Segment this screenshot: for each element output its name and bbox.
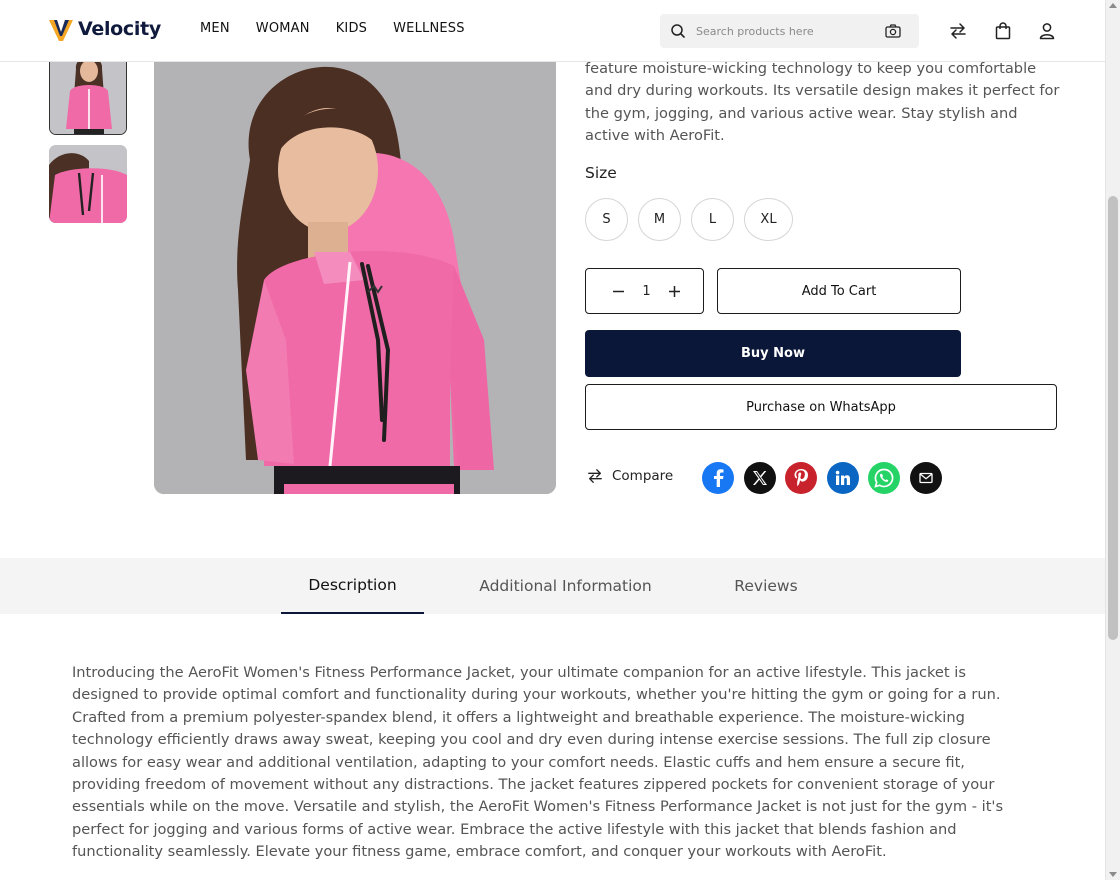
nav-item-kids[interactable]: KIDS <box>336 21 367 36</box>
velocity-logo-icon <box>49 20 73 41</box>
main-nav: MEN WOMAN KIDS WELLNESS <box>200 21 491 36</box>
quantity-value[interactable]: 1 <box>642 284 650 299</box>
scroll-down-icon[interactable] <box>1109 872 1117 877</box>
product-photo <box>154 40 556 494</box>
user-icon[interactable] <box>1039 22 1055 40</box>
compare-arrows-icon <box>588 469 602 483</box>
plus-icon[interactable] <box>668 285 681 298</box>
scrollbar-thumb[interactable] <box>1108 196 1118 640</box>
quantity-stepper: 1 <box>585 268 704 314</box>
brand-logo[interactable]: Velocity <box>48 16 161 42</box>
tab-reviews[interactable]: Reviews <box>725 558 807 614</box>
nav-item-wellness[interactable]: WELLNESS <box>393 21 465 36</box>
product-description: Introducing the AeroFit Women's Fitness … <box>72 664 1004 861</box>
shopping-bag-icon[interactable] <box>995 22 1011 40</box>
brand-name: Velocity <box>78 18 161 40</box>
product-thumbnail-image <box>49 145 127 223</box>
tab-additional-information[interactable]: Additional Information <box>468 558 663 614</box>
compare-label: Compare <box>612 468 674 484</box>
camera-icon[interactable] <box>885 24 901 38</box>
size-option-l[interactable]: L <box>691 198 734 241</box>
search-icon <box>671 24 685 38</box>
product-thumbnail[interactable] <box>49 145 127 223</box>
size-option-s[interactable]: S <box>585 198 628 241</box>
nav-item-men[interactable]: MEN <box>200 21 230 36</box>
page-scrollbar[interactable] <box>1105 0 1120 880</box>
size-label: Size <box>585 164 617 182</box>
product-main-image[interactable] <box>154 40 556 494</box>
search-bar <box>660 14 919 48</box>
share-buttons <box>702 462 952 494</box>
tab-description[interactable]: Description <box>281 558 424 614</box>
search-input[interactable] <box>696 22 876 40</box>
add-to-cart-button[interactable]: Add To Cart <box>717 268 961 314</box>
size-option-xl[interactable]: XL <box>744 198 793 241</box>
buy-now-button[interactable]: Buy Now <box>585 330 961 377</box>
x-twitter-icon[interactable] <box>743 462 776 494</box>
product-short-description: feature moisture-wicking technology to k… <box>585 60 1060 145</box>
scroll-up-icon[interactable] <box>1109 3 1117 8</box>
minus-icon[interactable] <box>612 285 625 298</box>
purchase-on-whatsapp-button[interactable]: Purchase on WhatsApp <box>585 384 1057 430</box>
nav-item-woman[interactable]: WOMAN <box>256 21 310 36</box>
linkedin-icon[interactable] <box>826 462 859 494</box>
size-selector: S M L XL <box>585 198 803 241</box>
size-option-m[interactable]: M <box>638 198 681 241</box>
email-icon[interactable] <box>909 462 942 494</box>
compare-arrows-icon[interactable] <box>949 22 967 40</box>
whatsapp-icon[interactable] <box>868 462 901 494</box>
product-tabs: Description Additional Information Revie… <box>0 558 1105 614</box>
compare-link[interactable]: Compare <box>587 468 673 484</box>
site-header: Velocity MEN WOMAN KIDS WELLNESS <box>0 0 1105 62</box>
pinterest-icon[interactable] <box>785 462 818 494</box>
facebook-icon[interactable] <box>702 462 734 494</box>
